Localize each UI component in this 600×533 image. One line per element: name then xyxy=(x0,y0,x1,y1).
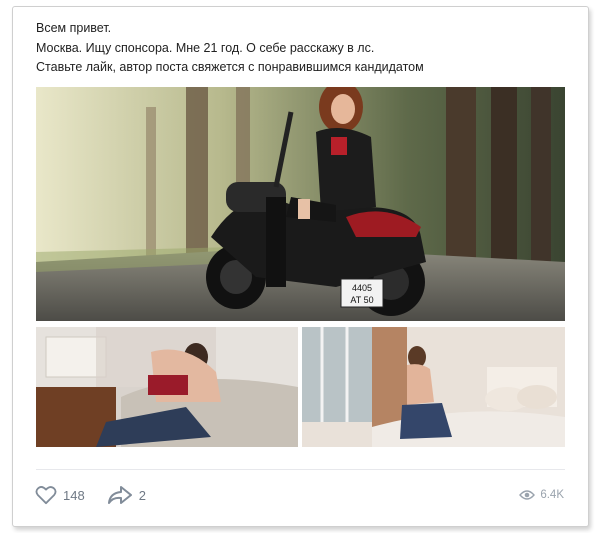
plate-line-2: AT 50 xyxy=(350,295,373,305)
share-count: 2 xyxy=(138,487,146,503)
views-count: 6.4K xyxy=(540,489,564,501)
post-text-line: Ставьте лайк, автор поста свяжется с пон… xyxy=(36,60,424,74)
footer-divider xyxy=(36,469,565,470)
post-card: Всем привет. Москва. Ищу спонсора. Мне 2… xyxy=(12,6,589,527)
post-text: Всем привет. Москва. Ищу спонсора. Мне 2… xyxy=(36,19,424,78)
photo-bed-right[interactable] xyxy=(302,327,565,447)
post-text-line: Всем привет. xyxy=(36,21,112,35)
share-arrow-icon xyxy=(107,486,132,504)
post-text-line: Москва. Ищу спонсора. Мне 21 год. О себе… xyxy=(36,40,375,55)
photo-bed-left[interactable] xyxy=(36,327,298,447)
eye-icon xyxy=(519,490,536,500)
heart-icon xyxy=(35,486,57,505)
post-actions: 148 2 xyxy=(35,482,168,508)
like-count: 148 xyxy=(63,487,85,503)
like-button[interactable]: 148 xyxy=(35,485,85,505)
views-counter: 6.4K xyxy=(519,482,564,508)
plate-line-1: 4405 xyxy=(352,283,372,293)
photo-motorcycle[interactable]: 4405 AT 50 xyxy=(36,87,565,321)
share-button[interactable]: 2 xyxy=(107,485,146,505)
